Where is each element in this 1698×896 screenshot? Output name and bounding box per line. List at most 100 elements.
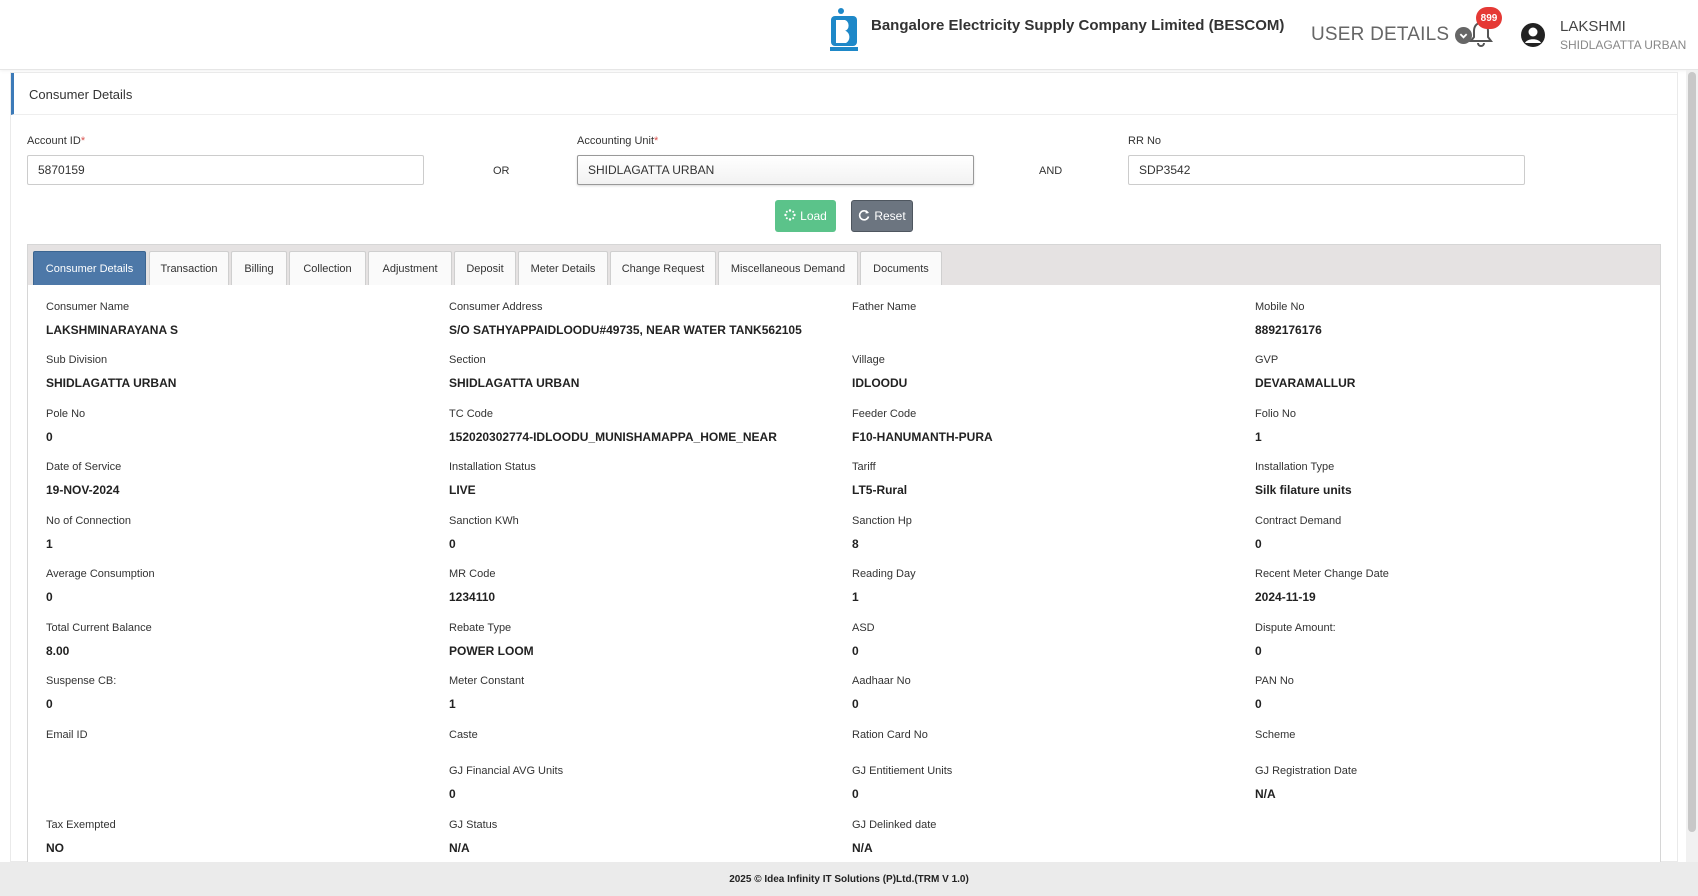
tab-billing[interactable]: Billing [231, 251, 287, 285]
recent-meter-change-date-label: Recent Meter Change Date [1255, 568, 1389, 580]
folio-no-label: Folio No [1255, 408, 1296, 420]
feeder-code-value: F10-HANUMANTH-PURA [852, 430, 993, 444]
rebate-type-value: POWER LOOM [449, 644, 534, 658]
gj-status-value: N/A [449, 841, 470, 855]
meter-constant-value: 1 [449, 697, 456, 711]
rr-no-label: RR No [1128, 135, 1162, 147]
tab-documents[interactable]: Documents [860, 251, 942, 285]
caste-label: Caste [449, 729, 478, 741]
installation-type-label: Installation Type [1255, 461, 1335, 473]
section-value: SHIDLAGATTA URBAN [449, 376, 580, 390]
installation-status-value: LIVE [449, 483, 476, 497]
date-of-service-label: Date of Service [46, 461, 122, 473]
contract-demand-label: Contract Demand [1255, 515, 1342, 527]
gvp-label: GVP [1255, 354, 1279, 366]
ration-card-no-label: Ration Card No [852, 729, 928, 741]
asd-label: ASD [852, 622, 875, 634]
gj-registration-date-label: GJ Registration Date [1255, 765, 1358, 777]
account-id-label: Account ID* [27, 135, 86, 147]
average-consumption-label: Average Consumption [46, 568, 155, 580]
recent-meter-change-date-value: 2024-11-19 [1255, 590, 1316, 604]
tab-change-request[interactable]: Change Request [610, 251, 716, 285]
scheme-label: Scheme [1255, 729, 1296, 741]
mr-code-label: MR Code [449, 568, 496, 580]
dispute-amount-value: 0 [1255, 644, 1262, 658]
gj-financial-avg-units-value: 0 [449, 787, 456, 801]
pan-no-value: 0 [1255, 697, 1262, 711]
tab-consumer-details[interactable]: Consumer Details [33, 251, 146, 285]
rr-no-field[interactable] [1128, 155, 1525, 185]
suspense-cb-value: 0 [46, 697, 53, 711]
aadhaar-no-value: 0 [852, 697, 859, 711]
accounting-unit-label: Accounting Unit* [577, 135, 659, 147]
reading-day-label: Reading Day [852, 568, 916, 580]
top-header: Bangalore Electricity Supply Company Lim… [0, 0, 1698, 70]
pole-no-label: Pole No [46, 408, 86, 420]
pole-no-value: 0 [46, 430, 53, 444]
tab-meter-details[interactable]: Meter Details [518, 251, 608, 285]
total-current-balance-label: Total Current Balance [46, 622, 152, 634]
gj-financial-avg-units-label: GJ Financial AVG Units [449, 765, 564, 777]
or-separator: OR [493, 165, 510, 177]
spinner-icon [784, 208, 796, 224]
installation-status-label: Installation Status [449, 461, 536, 473]
consumer-name-value: LAKSHMINARAYANA S [46, 323, 179, 337]
panel-header: Consumer Details [11, 73, 1677, 115]
folio-no-value: 1 [1255, 430, 1262, 444]
tab-deposit[interactable]: Deposit [454, 251, 516, 285]
details-tabs: Consumer Details Transaction Billing Col… [27, 244, 1661, 864]
consumer-details-panel: Consumer Details Account ID* OR Accounti… [10, 72, 1678, 864]
tariff-label: Tariff [852, 461, 876, 473]
pan-no-label: PAN No [1255, 675, 1294, 687]
avatar-icon[interactable] [1520, 22, 1546, 48]
sub-division-value: SHIDLAGATTA URBAN [46, 376, 177, 390]
sanction-kwh-label: Sanction KWh [449, 515, 519, 527]
installation-type-value: Silk filature units [1255, 483, 1352, 497]
user-details-menu[interactable]: USER DETAILS [1311, 24, 1473, 46]
accounting-unit-select[interactable] [577, 155, 974, 185]
reset-button[interactable]: Reset [851, 200, 913, 232]
account-id-field[interactable] [27, 155, 424, 185]
load-button[interactable]: Load [775, 200, 836, 232]
tab-transaction[interactable]: Transaction [149, 251, 229, 285]
rebate-type-label: Rebate Type [449, 622, 512, 634]
gj-entitiement-units-label: GJ Entitiement Units [852, 765, 953, 777]
sanction-kwh-value: 0 [449, 537, 456, 551]
consumer-address-label: Consumer Address [449, 301, 543, 313]
tab-adjustment[interactable]: Adjustment [368, 251, 452, 285]
consumer-address-value: S/O SATHYAPPAIDLOODU#49735, NEAR WATER T… [449, 323, 802, 337]
footer: 2025 © Idea Infinity IT Solutions (P)Ltd… [0, 862, 1698, 896]
section-label: Section [449, 354, 486, 366]
dispute-amount-label: Dispute Amount: [1255, 622, 1336, 634]
feeder-code-label: Feeder Code [852, 408, 917, 420]
mobile-no-value: 8892176176 [1255, 323, 1322, 337]
vertical-scrollbar[interactable] [1686, 70, 1698, 862]
total-current-balance-value: 8.00 [46, 644, 70, 658]
suspense-cb-label: Suspense CB: [46, 675, 117, 687]
reading-day-value: 1 [852, 590, 859, 604]
user-details-label: USER DETAILS [1311, 24, 1450, 45]
tc-code-value: 152020302774-IDLOODU_MUNISHAMAPPA_HOME_N… [449, 430, 777, 444]
user-unit: SHIDLAGATTA URBAN [1560, 38, 1687, 52]
reset-label: Reset [874, 209, 906, 223]
village-label: Village [852, 354, 885, 366]
tab-miscellaneous-demand[interactable]: Miscellaneous Demand [718, 251, 858, 285]
brand: Bangalore Electricity Supply Company Lim… [827, 6, 1284, 52]
notification-badge: 899 [1476, 7, 1502, 29]
sanction-hp-label: Sanction Hp [852, 515, 912, 527]
gj-delinked-date-value: N/A [852, 841, 873, 855]
aadhaar-no-label: Aadhaar No [852, 675, 911, 687]
tc-code-label: TC Code [449, 408, 494, 420]
mobile-no-label: Mobile No [1255, 301, 1305, 313]
date-of-service-value: 19-NOV-2024 [46, 483, 120, 497]
user-name: LAKSHMI [1560, 18, 1626, 35]
gj-delinked-date-label: GJ Delinked date [852, 819, 937, 831]
sub-division-label: Sub Division [46, 354, 108, 366]
mr-code-value: 1234110 [449, 590, 496, 604]
village-value: IDLOODU [852, 376, 908, 390]
refresh-icon [858, 209, 870, 224]
tab-bar: Consumer Details Transaction Billing Col… [28, 245, 1660, 285]
tax-exempted-label: Tax Exempted [46, 819, 116, 831]
tab-collection[interactable]: Collection [289, 251, 366, 285]
scrollbar-thumb[interactable] [1688, 72, 1696, 832]
